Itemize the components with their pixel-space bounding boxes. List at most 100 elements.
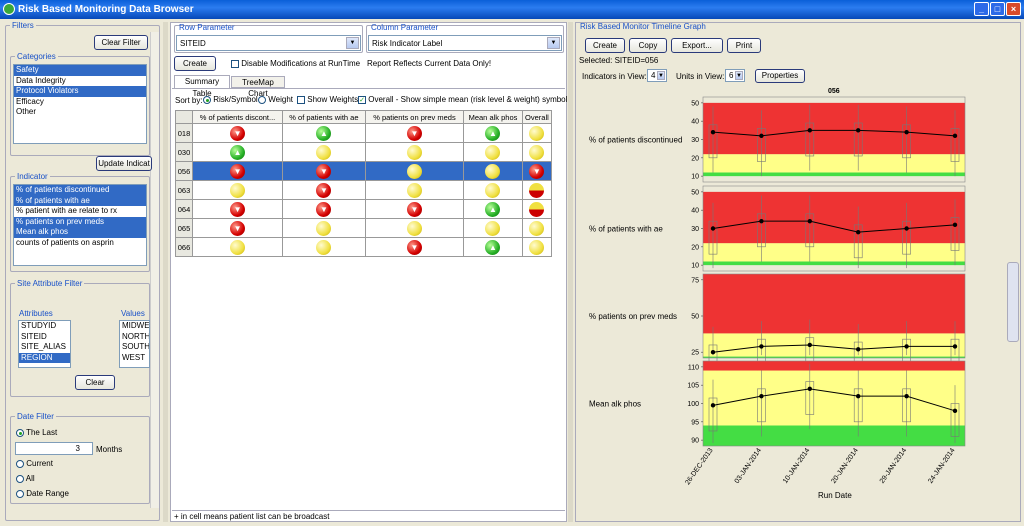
list-item[interactable]: Efficacy [14,97,146,108]
table-row[interactable]: 018 ▼ ▲ ▼ ▲ [175,123,553,143]
list-item[interactable]: % patients on prev meds [14,216,146,227]
row-header[interactable]: 063 [175,180,193,200]
list-item[interactable]: counts of patients on asprin [14,238,146,249]
the-last-radio[interactable]: The Last [16,428,57,437]
row-header[interactable]: 065 [175,218,193,238]
list-item[interactable]: Protocol Violators [14,86,146,97]
filters-scrollbar[interactable] [150,32,159,508]
list-item[interactable]: % of patients discontinued [14,185,146,196]
list-item[interactable]: % of patients with ae [14,195,146,206]
close-button[interactable]: × [1006,2,1021,16]
risk-cell[interactable]: ▼ [364,199,465,219]
table-row[interactable]: 056 ▼ ▼ ▼ [175,161,553,181]
clear-filter-button[interactable]: Clear Filter [94,35,148,50]
risk-cell[interactable]: ▲ [463,123,523,143]
list-item[interactable]: Mean alk phos [14,227,146,238]
row-parameter-select[interactable]: SITEID ▼ [176,35,361,51]
risk-cell[interactable]: ▼ [282,161,366,181]
list-item[interactable]: Other [14,107,146,118]
risk-cell[interactable]: ▼ [282,199,366,219]
values-list[interactable]: MIDWESTNORTHEASOUTHWWEST [119,320,150,368]
risk-cell[interactable] [463,218,523,238]
tab-summary-table[interactable]: Summary Table [174,75,230,98]
graph-print-button[interactable]: Print [727,38,761,53]
risk-cell[interactable]: ▼ [191,161,284,181]
risk-cell[interactable] [521,199,553,219]
list-item[interactable]: SITE_ALIAS [19,342,70,353]
risk-cell[interactable] [521,142,553,162]
risk-cell[interactable] [521,237,553,257]
risk-cell[interactable]: ▼ [521,161,553,181]
row-header[interactable]: 056 [175,161,193,181]
list-item[interactable]: STUDYID [19,321,70,332]
list-item[interactable]: WEST [120,353,149,364]
weight-radio[interactable]: Weight [258,95,293,104]
table-row[interactable]: 065 ▼ [175,218,553,238]
list-item[interactable]: NORTHEA [120,332,149,343]
current-radio[interactable]: Current [16,459,53,468]
row-header[interactable]: 066 [175,237,193,257]
show-weights-checkbox[interactable]: Show Weights [297,95,358,104]
graph-create-button[interactable]: Create [585,38,625,53]
risk-cell[interactable] [282,237,366,257]
table-row[interactable]: 030 ▲ [175,142,553,162]
risk-cell[interactable] [364,180,465,200]
clear-attributes-button[interactable]: Clear [75,375,115,390]
risk-cell[interactable] [282,142,366,162]
table-row[interactable]: 063 ▼ [175,180,553,200]
risk-cell[interactable]: ▼ [191,218,284,238]
graph-copy-button[interactable]: Copy [629,38,667,53]
indicators-in-view-select[interactable]: 4 ▼ [647,69,667,82]
list-item[interactable]: MIDWEST [120,321,149,332]
risk-cell[interactable]: ▲ [463,237,523,257]
list-item[interactable]: REGION [19,352,70,363]
minimize-button[interactable]: _ [974,2,989,16]
risk-cell[interactable]: ▲ [282,123,366,143]
splitter-right[interactable] [568,22,573,522]
tab-treemap-chart[interactable]: TreeMap Chart [231,76,285,98]
categories-list[interactable]: Safety Data Indegrity Protocol Violators Ef… [13,64,147,144]
create-button[interactable]: Create [174,56,216,71]
risk-cell[interactable] [521,123,553,143]
update-indicator-button[interactable]: Update Indicat [96,156,152,171]
date-range-radio[interactable]: Date Range [16,489,69,498]
risk-cell[interactable] [191,180,284,200]
risk-cell[interactable] [364,218,465,238]
table-row[interactable]: 066 ▼ ▲ [175,237,553,257]
all-radio[interactable]: All [16,474,35,483]
row-header[interactable]: 030 [175,142,193,162]
column-header[interactable]: % of patients with ae [282,110,366,124]
risk-cell[interactable]: ▼ [364,237,465,257]
column-header[interactable]: % of patients discont... [191,110,284,124]
column-header[interactable]: Mean alk phos [463,110,523,124]
column-header[interactable]: Overall [521,110,553,124]
risk-cell[interactable] [364,161,465,181]
row-header[interactable]: 064 [175,199,193,219]
risk-cell[interactable]: ▲ [191,142,284,162]
disable-modifications-checkbox[interactable]: Disable Modifications at RunTime [231,59,360,68]
attributes-list[interactable]: STUDYID SITEID SITE_ALIAS REGION [18,320,71,368]
risk-symbol-radio[interactable]: Risk/Symbol [203,95,258,104]
row-header[interactable]: 018 [175,123,193,143]
table-row[interactable]: 064 ▼ ▼ ▼ ▲ [175,199,553,219]
list-item[interactable]: SOUTHW [120,342,149,353]
units-in-view-select[interactable]: 6 ▼ [725,69,745,82]
graph-export-button[interactable]: Export... [671,38,723,53]
properties-button[interactable]: Properties [755,69,805,83]
risk-cell[interactable] [364,142,465,162]
list-item[interactable]: Data Indegrity [14,76,146,87]
risk-cell[interactable]: ▲ [463,199,523,219]
months-input[interactable]: 3 [15,442,93,455]
risk-cell[interactable]: ▼ [191,123,284,143]
risk-cell[interactable] [191,237,284,257]
risk-cell[interactable]: ▼ [364,123,465,143]
splitter-left[interactable] [163,22,168,522]
risk-cell[interactable] [463,180,523,200]
risk-cell[interactable]: ▼ [191,199,284,219]
list-item[interactable]: SITEID [19,332,70,343]
risk-cell[interactable]: ▼ [282,180,366,200]
list-item[interactable]: Safety [14,65,146,76]
column-header[interactable]: % patients on prev meds [364,110,465,124]
maximize-button[interactable]: □ [990,2,1005,16]
indicator-list[interactable]: % of patients discontinued% of patients … [13,184,147,266]
